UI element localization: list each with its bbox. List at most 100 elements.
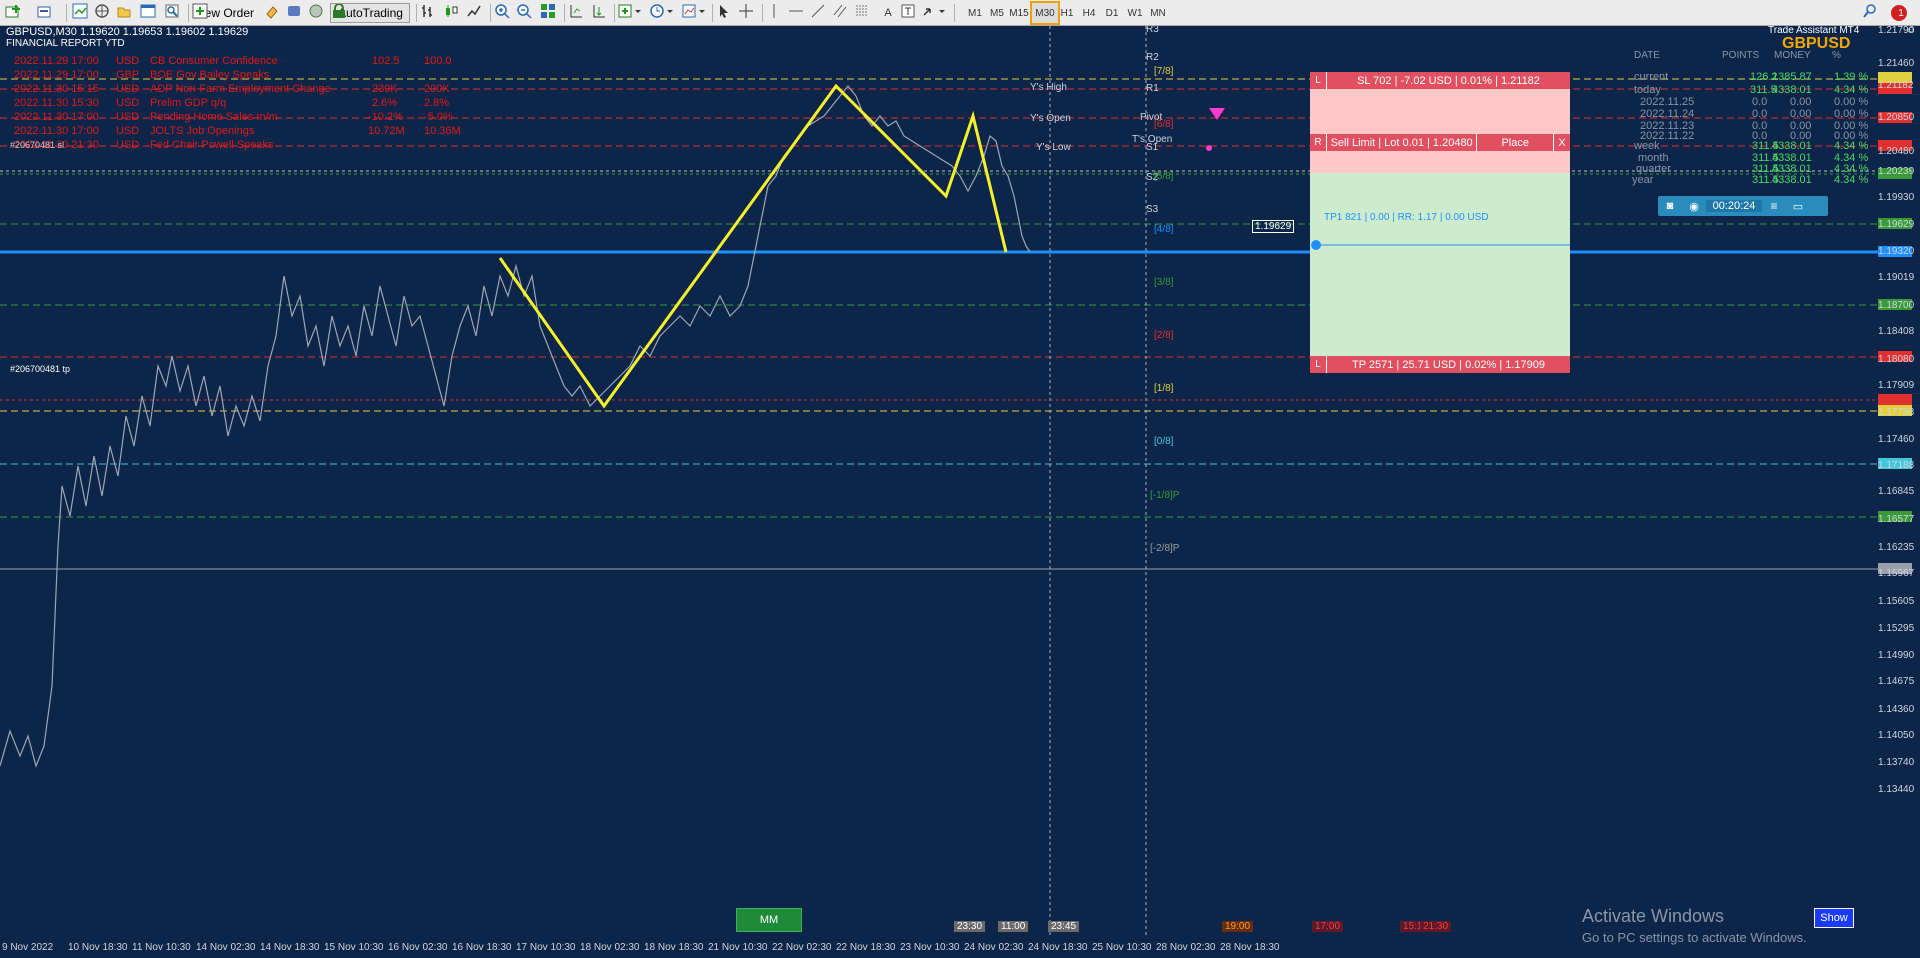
- news-event: Fed Chair Powell Speaks: [150, 139, 274, 151]
- tf-m15-button[interactable]: M15: [1006, 4, 1032, 22]
- chart-area[interactable]: GBPUSD,M30 1.19620 1.19653 1.19602 1.196…: [0, 26, 1920, 958]
- news-currency: USD: [116, 83, 140, 95]
- search-icon[interactable]: [1862, 3, 1882, 23]
- stats-pct: 4.34 %: [1834, 84, 1869, 96]
- tp1-label[interactable]: TP1 821 | 0.00 | RR: 1.17 | 0.00 USD: [1324, 212, 1489, 223]
- reverse-button[interactable]: R: [1310, 134, 1327, 151]
- price-tick: 1.21460: [1878, 58, 1915, 69]
- close-order-button[interactable]: X: [1553, 134, 1570, 151]
- cursor-icon[interactable]: [716, 3, 736, 23]
- order-label-tp: #206700481 tp: [10, 364, 71, 374]
- templates-icon[interactable]: [682, 3, 710, 23]
- arrows-icon[interactable]: [922, 3, 950, 23]
- news-event: Prelim GDP q/q: [150, 97, 227, 109]
- candlestick-icon[interactable]: [443, 3, 463, 23]
- news-forecast: -5.0%: [424, 111, 453, 123]
- session-label: 19:00: [1222, 921, 1254, 932]
- new-order-button[interactable]: New Order: [192, 3, 262, 23]
- sl-bar[interactable]: L SL 702 | -7.02 USD | 0.01% | 1.21182: [1310, 72, 1570, 89]
- tp-bar-text: TP 2571 | 25.71 USD | 0.02% | 1.17909: [1351, 358, 1546, 371]
- news-actual: 102.5: [372, 55, 400, 67]
- stats-points: 0.0: [1752, 108, 1768, 120]
- options-icon[interactable]: [286, 3, 306, 23]
- market-watch-icon[interactable]: [72, 3, 92, 23]
- line-chart-icon[interactable]: [466, 3, 486, 23]
- new-chart-icon[interactable]: [4, 3, 28, 23]
- stats-label: 2022.11.24: [1640, 108, 1695, 120]
- notification-badge: 1: [1898, 7, 1904, 19]
- news-time: 2022.11.29 17:00: [14, 69, 99, 81]
- trendline-icon[interactable]: [810, 3, 830, 23]
- ts-open-label: T's Open: [1132, 134, 1173, 145]
- horizontal-line-icon[interactable]: [788, 3, 808, 23]
- activate-windows-title: Activate Windows: [1582, 906, 1725, 926]
- signals-icon[interactable]: [308, 3, 328, 23]
- zoom-in-icon[interactable]: [494, 3, 514, 23]
- minimize-icon[interactable]: ▭: [1786, 200, 1810, 213]
- stats-pct: 4.34 %: [1834, 140, 1869, 152]
- sl-lock-button[interactable]: L: [1310, 72, 1327, 89]
- tp-lock-button[interactable]: L: [1310, 356, 1327, 373]
- autotrading-button[interactable]: AutoTrading: [330, 3, 410, 23]
- menu-icon[interactable]: ≡: [1762, 199, 1786, 213]
- vertical-line-icon[interactable]: [766, 3, 786, 23]
- autoscroll-icon[interactable]: [591, 3, 611, 23]
- bar-chart-icon[interactable]: [420, 3, 440, 23]
- mm-button[interactable]: MM: [736, 908, 802, 932]
- news-currency: USD: [116, 111, 140, 123]
- murrey-2-8: [2/8]: [1154, 330, 1174, 341]
- text-label-icon[interactable]: [900, 3, 920, 23]
- stats-pct: 1.39 %: [1834, 71, 1869, 83]
- data-window-icon[interactable]: [94, 3, 114, 23]
- crosshair-icon[interactable]: [738, 3, 758, 23]
- tester-icon[interactable]: [164, 3, 184, 23]
- indicators-icon[interactable]: [618, 3, 646, 23]
- price-tick: 1.15967: [1878, 568, 1915, 579]
- news-currency: USD: [116, 97, 140, 109]
- place-button[interactable]: Place: [1476, 134, 1553, 151]
- notifications-icon[interactable]: 1: [1888, 3, 1914, 23]
- murrey-3-8: [3/8]: [1154, 277, 1174, 288]
- time-tick: 10 Nov 18:30: [68, 942, 128, 953]
- periods-icon[interactable]: [650, 3, 678, 23]
- news-currency: USD: [116, 55, 140, 67]
- eraser-icon[interactable]: [264, 3, 284, 23]
- eye-icon[interactable]: ◉: [1682, 200, 1706, 213]
- news-currency: USD: [116, 139, 140, 151]
- price-tick: 1.17798: [1878, 407, 1915, 418]
- autotrading-label: AutoTrading: [338, 6, 403, 20]
- murrey-0-8: [0/8]: [1154, 436, 1174, 447]
- price-tick: 1.17188: [1878, 460, 1915, 471]
- price-tick: 1.13440: [1878, 784, 1915, 795]
- time-tick: 9 Nov 2022: [2, 942, 54, 953]
- terminal-icon[interactable]: [140, 3, 160, 23]
- stats-label: current: [1634, 71, 1669, 83]
- price-tick: 1.14360: [1878, 704, 1915, 715]
- camera-icon[interactable]: ◙: [1658, 200, 1682, 212]
- tp-bar[interactable]: L TP 2571 | 25.71 USD | 0.02% | 1.17909: [1310, 356, 1570, 373]
- price-tick: 1.14675: [1878, 676, 1915, 687]
- price-tick: 1.21182: [1878, 80, 1914, 91]
- price-tick: 1.13740: [1878, 757, 1915, 768]
- stats-header-money: MONEY: [1774, 50, 1811, 61]
- sl-bar-text: SL 702 | -7.02 USD | 0.01% | 1.21182: [1357, 74, 1540, 87]
- channel-icon[interactable]: [832, 3, 852, 23]
- navigator-icon[interactable]: [116, 3, 136, 23]
- zoom-out-icon[interactable]: [516, 3, 536, 23]
- news-actual: 2.6%: [372, 97, 398, 109]
- session-label: 23:30: [954, 921, 986, 932]
- news-forecast: 100.0: [424, 55, 452, 67]
- chart-shift-icon[interactable]: [568, 3, 588, 23]
- price-tick: 1.17909: [1878, 380, 1915, 391]
- time-tick: 15 Nov 10:30: [324, 942, 384, 953]
- entry-bar[interactable]: R Sell Limit | Lot 0.01 | 1.20480 Place …: [1310, 134, 1570, 151]
- tf-mn-button[interactable]: MN: [1145, 4, 1171, 22]
- show-button[interactable]: Show: [1814, 908, 1854, 928]
- tile-windows-icon[interactable]: [540, 3, 560, 23]
- fibonacci-icon[interactable]: [854, 3, 874, 23]
- price-tick: 1.17460: [1878, 434, 1915, 445]
- time-tick: 14 Nov 02:30: [196, 942, 256, 953]
- time-tick: 28 Nov 18:30: [1220, 942, 1280, 953]
- text-icon[interactable]: A: [878, 3, 898, 23]
- profiles-icon[interactable]: [36, 3, 60, 23]
